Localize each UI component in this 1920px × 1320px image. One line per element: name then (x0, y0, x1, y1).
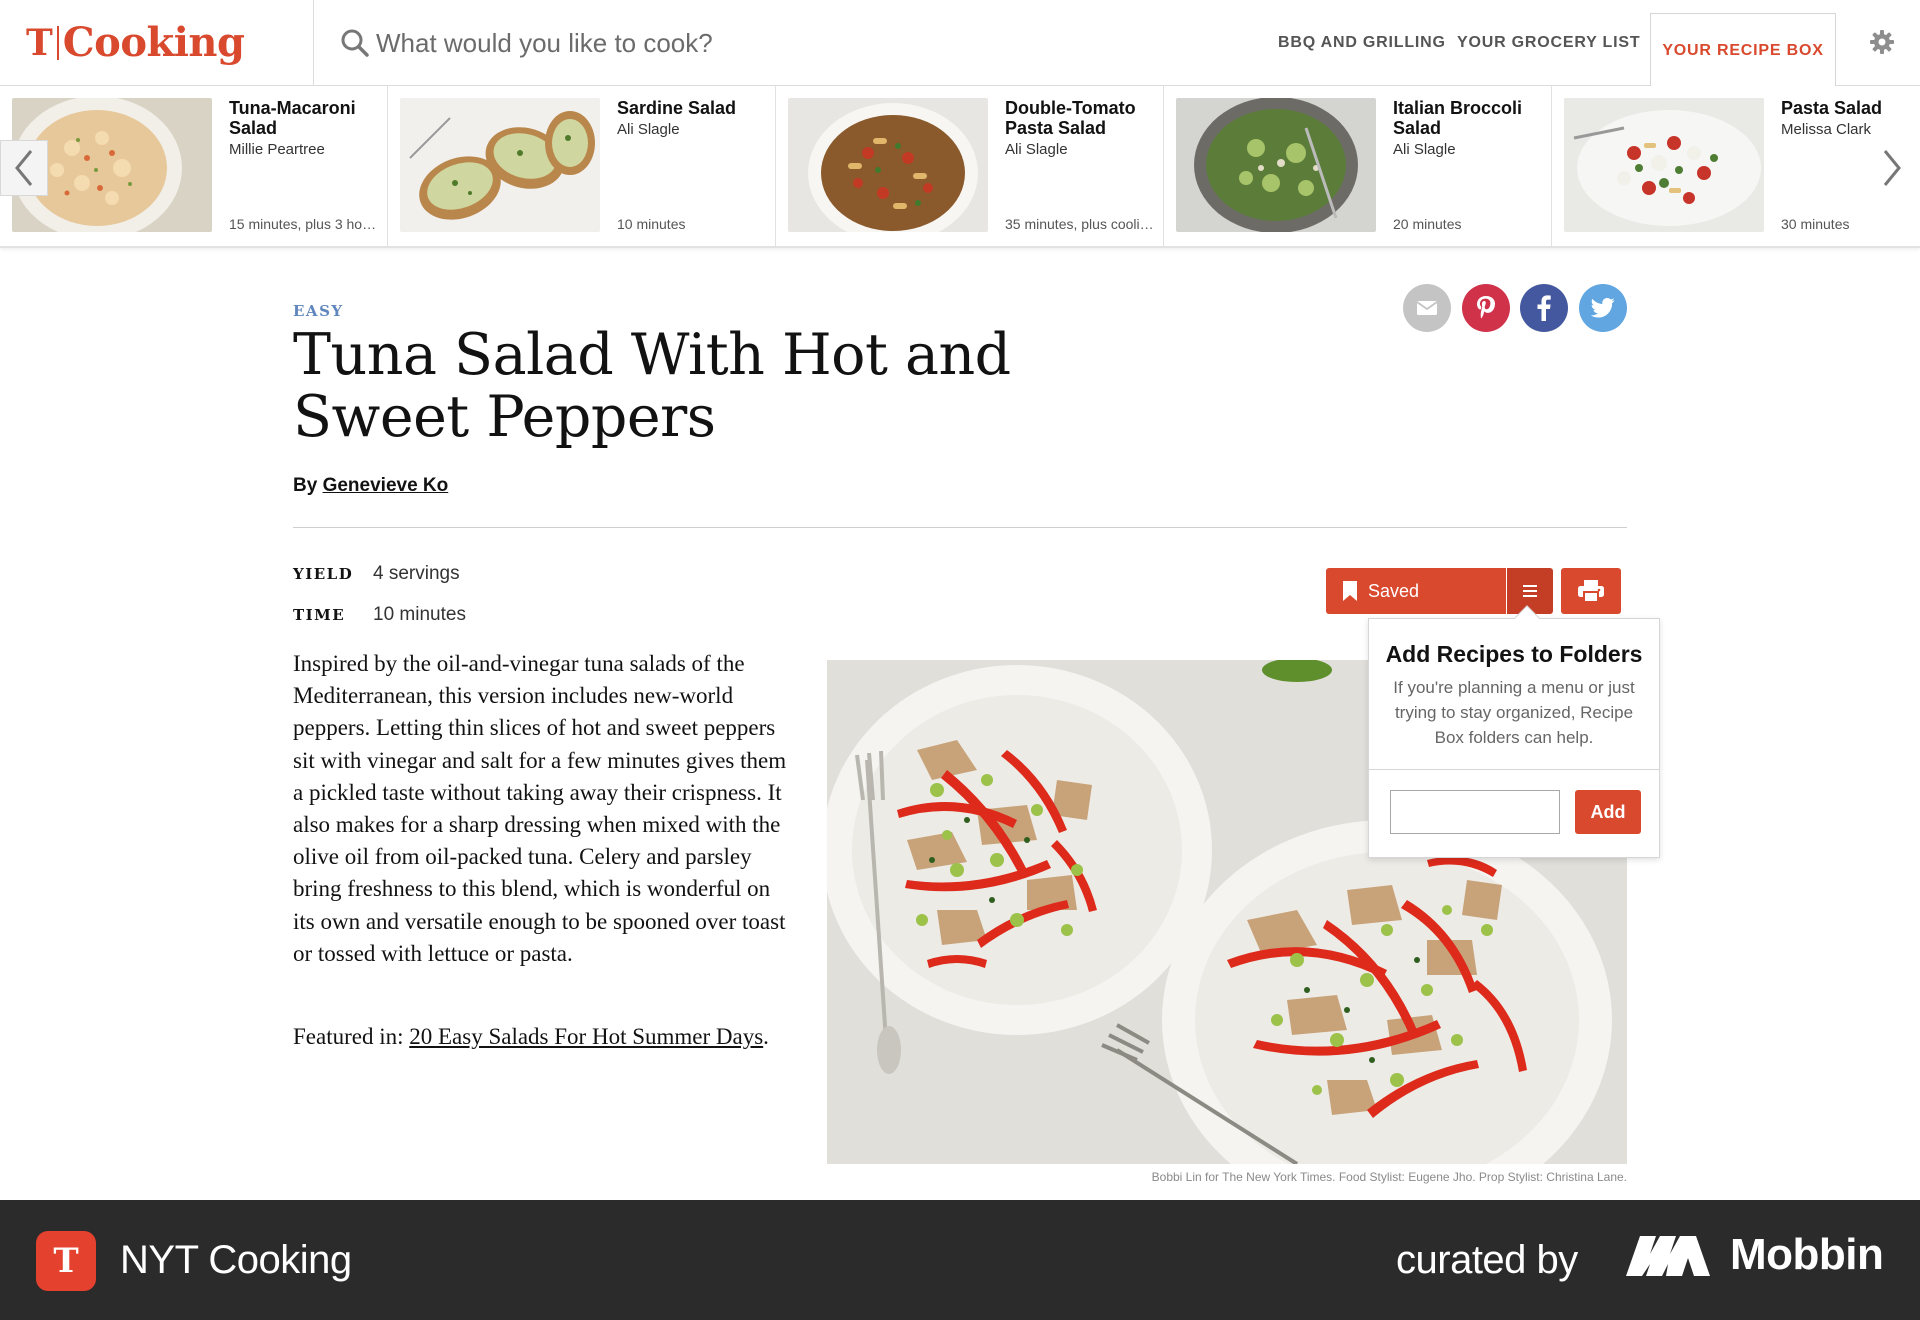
popover-title: Add Recipes to Folders (1385, 641, 1643, 667)
card-author: Ali Slagle (1393, 141, 1456, 158)
card-author: Ali Slagle (617, 121, 680, 138)
search-input[interactable] (376, 27, 1076, 59)
carousel-prev-button[interactable] (0, 140, 48, 196)
card-author: Millie Peartree (229, 141, 325, 158)
featured-in: Featured in: 20 Easy Salads For Hot Summ… (293, 1020, 793, 1053)
print-button[interactable] (1561, 568, 1621, 614)
recipe-thumbnail[interactable] (788, 98, 988, 232)
nav-grocery-list[interactable]: YOUR GROCERY LIST (1457, 0, 1640, 86)
mobbin-logo: Mobbin (1626, 1230, 1884, 1280)
printer-icon (1578, 580, 1604, 603)
card-author: Ali Slagle (1005, 141, 1068, 158)
list-icon (1523, 585, 1537, 597)
nyt-cooking-app-icon: T (36, 1231, 96, 1291)
mobbin-footer: T NYT Cooking curated by Mobbin (0, 1200, 1920, 1320)
site-header: T Cooking BBQ AND GRILLING YOUR GROCERY … (0, 0, 1920, 87)
difficulty-kicker: EASY (293, 302, 344, 320)
twitter-icon (1591, 298, 1615, 318)
card-title[interactable]: Pasta Salad Melissa Clark (1781, 98, 1920, 140)
card-title-text[interactable]: Tuna-Macaroni Salad (229, 98, 356, 138)
search-icon[interactable] (340, 28, 370, 58)
card-title[interactable]: Sardine Salad Ali Slagle (617, 98, 767, 140)
recipe-carousel: Tuna-Macaroni Salad Millie Peartree 15 mi… (0, 86, 1920, 248)
card-time: 35 minutes, plus cooling (1005, 216, 1155, 232)
carousel-card[interactable]: Sardine Salad Ali Slagle 10 minutes (388, 86, 776, 246)
recipe-thumbnail[interactable] (1564, 98, 1764, 232)
carousel-card[interactable]: Italian Broccoli Salad Ali Slagle 20 minu… (1164, 86, 1552, 246)
card-title-text[interactable]: Double-Tomato Pasta Salad (1005, 98, 1136, 138)
chevron-left-icon (15, 150, 33, 186)
byline-prefix: By (293, 475, 323, 496)
facebook-icon (1537, 295, 1551, 321)
time-label: TIME (293, 606, 346, 624)
featured-suffix: . (763, 1024, 769, 1049)
app-name: NYT Cooking (120, 1238, 352, 1282)
share-pinterest-button[interactable] (1462, 284, 1510, 332)
folders-button[interactable] (1507, 568, 1553, 614)
popover-divider (1369, 769, 1659, 770)
saved-label: Saved (1368, 580, 1420, 601)
share-facebook-button[interactable] (1520, 284, 1568, 332)
card-title-text[interactable]: Sardine Salad (617, 98, 736, 118)
pinterest-icon (1477, 296, 1495, 319)
bookmark-icon (1343, 581, 1357, 601)
add-to-folders-popover: Add Recipes to Folders If you're plannin… (1368, 618, 1660, 858)
mobbin-mark-icon (1626, 1236, 1710, 1276)
share-email-button[interactable] (1403, 284, 1451, 332)
carousel-card[interactable]: Double-Tomato Pasta Salad Ali Slagle 35 m… (776, 86, 1164, 246)
gear-icon[interactable] (1868, 28, 1896, 56)
search-bar (313, 0, 1273, 86)
card-title[interactable]: Double-Tomato Pasta Salad Ali Slagle (1005, 98, 1155, 160)
folder-name-input[interactable] (1390, 790, 1560, 834)
byline: By Genevieve Ko (293, 475, 448, 497)
mobbin-wordmark: Mobbin (1730, 1230, 1884, 1279)
carousel-card[interactable]: Tuna-Macaroni Salad Millie Peartree 15 mi… (0, 86, 388, 246)
mail-icon (1416, 301, 1438, 315)
yield-label: YIELD (293, 565, 354, 583)
yield-value: 4 servings (373, 563, 460, 584)
time-value: 10 minutes (373, 604, 466, 625)
recipe-description: Inspired by the oil-and-vinegar tuna sal… (293, 651, 787, 966)
photo-credit: Bobbi Lin for The New York Times. Food S… (1151, 1170, 1627, 1184)
carousel-next-button[interactable] (1864, 140, 1920, 196)
chevron-right-icon (1883, 150, 1901, 186)
featured-prefix: Featured in: (293, 1024, 410, 1049)
recipe-thumbnail[interactable] (400, 98, 600, 232)
card-title-text[interactable]: Italian Broccoli Salad (1393, 98, 1522, 138)
card-author: Melissa Clark (1781, 121, 1872, 138)
nav-bbq-and-grilling[interactable]: BBQ AND GRILLING (1278, 0, 1446, 86)
card-time: 30 minutes (1781, 216, 1850, 232)
curated-by-text: curated by (1396, 1238, 1578, 1282)
card-time: 15 minutes, plus 3 hours' chilling (229, 216, 379, 232)
popover-description: If you're planning a menu or just trying… (1393, 678, 1635, 747)
card-title[interactable]: Tuna-Macaroni Salad Millie Peartree (229, 98, 379, 160)
logo-divider (56, 26, 59, 60)
logo-mark: T (26, 22, 53, 64)
logo-word: Cooking (62, 19, 245, 66)
add-folder-button[interactable]: Add (1575, 790, 1641, 834)
nyt-cooking-logo[interactable]: T Cooking (26, 18, 245, 68)
share-twitter-button[interactable] (1579, 284, 1627, 332)
card-title[interactable]: Italian Broccoli Salad Ali Slagle (1393, 98, 1543, 160)
card-title-text[interactable]: Pasta Salad (1781, 98, 1882, 118)
card-time: 20 minutes (1393, 216, 1462, 232)
card-time: 10 minutes (617, 216, 686, 232)
featured-link[interactable]: 20 Easy Salads For Hot Summer Days (409, 1024, 763, 1049)
saved-button[interactable]: Saved (1326, 568, 1506, 614)
recipe-title: Tuna Salad With Hot and Sweet Peppers (293, 322, 1011, 450)
header-divider (293, 527, 1627, 528)
recipe-thumbnail[interactable] (1176, 98, 1376, 232)
nav-recipe-box[interactable]: YOUR RECIPE BOX (1650, 13, 1836, 87)
author-link[interactable]: Genevieve Ko (323, 475, 449, 496)
